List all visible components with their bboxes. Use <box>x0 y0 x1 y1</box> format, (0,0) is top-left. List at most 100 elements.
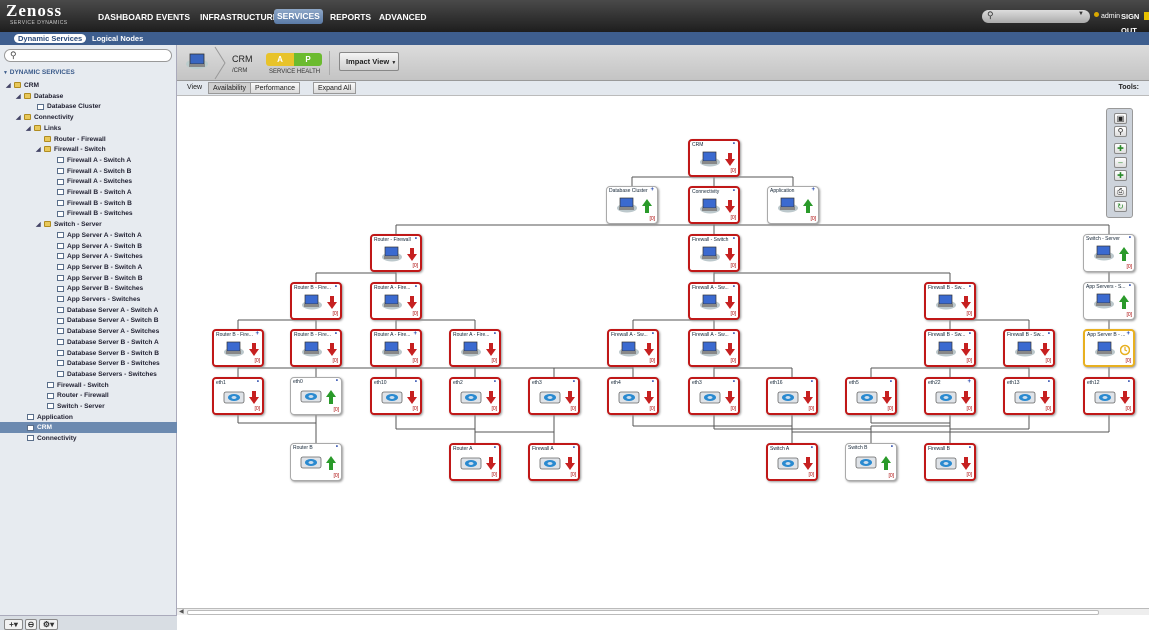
impact-graph-canvas[interactable]: CRM • [0] Database Cluster + [0] Connectivity •… <box>177 96 1149 608</box>
graph-node-aps[interactable]: App Servers - S... • [0] <box>1083 282 1135 320</box>
node-menu-icon[interactable]: • <box>415 284 417 290</box>
node-menu-icon[interactable]: • <box>969 331 971 337</box>
tree-item[interactable]: Firewall B - Switch B <box>0 198 177 209</box>
graph-node-fbs1[interactable]: Firewall B - Sw... • [0] <box>924 282 976 320</box>
expand-node-icon[interactable]: + <box>811 187 815 193</box>
tree-item[interactable]: Firewall A - Switch A <box>0 155 177 166</box>
graph-node-fas3[interactable]: Firewall A - Sw... • [0] <box>688 329 740 367</box>
graph-node-eth0[interactable]: eth0 • [0] <box>290 377 342 415</box>
impact-view-dropdown[interactable]: Impact View ▼ <box>339 52 399 71</box>
pan-icon[interactable]: ✚ <box>1114 143 1127 154</box>
refresh-icon[interactable]: ↻ <box>1114 201 1127 212</box>
nav-dashboard[interactable]: DASHBOARD <box>95 10 156 24</box>
expand-all-button[interactable]: Expand All <box>313 82 357 94</box>
tree-item[interactable]: Firewall - Switch <box>0 380 177 391</box>
graph-node-fs[interactable]: Firewall - Switch • [0] <box>688 234 740 272</box>
node-menu-icon[interactable]: • <box>733 188 735 194</box>
graph-node-eth12[interactable]: eth12 • [0] <box>1083 377 1135 415</box>
node-menu-icon[interactable]: • <box>1129 235 1131 241</box>
graph-node-raf1[interactable]: Router A - Fire... • [0] <box>370 282 422 320</box>
node-menu-icon[interactable]: • <box>573 445 575 451</box>
scrollbar-thumb[interactable] <box>187 610 1099 615</box>
node-menu-icon[interactable]: • <box>1048 331 1050 337</box>
graph-node-fbs2[interactable]: Firewall B - Sw... • [0] <box>924 329 976 367</box>
graph-node-rbf3[interactable]: Router B - Fire... • [0] <box>290 329 342 367</box>
graph-node-switcha[interactable]: Switch A • [0] <box>766 443 818 481</box>
tab-dynamic-services[interactable]: Dynamic Services <box>14 34 87 43</box>
graph-node-routerb[interactable]: Router B • [0] <box>290 443 342 481</box>
node-menu-icon[interactable]: • <box>733 379 735 385</box>
gear-icon[interactable]: ⚙▾ <box>39 619 58 630</box>
graph-node-raf3[interactable]: Router A - Fire... • [0] <box>449 329 501 367</box>
expand-node-icon[interactable]: + <box>650 187 654 193</box>
graph-node-routera[interactable]: Router A • [0] <box>449 443 501 481</box>
node-menu-icon[interactable]: • <box>652 379 654 385</box>
node-menu-icon[interactable]: • <box>335 331 337 337</box>
node-menu-icon[interactable]: • <box>415 236 417 242</box>
graph-node-ss[interactable]: Switch - Server • [0] <box>1083 234 1135 272</box>
tree-item[interactable]: Firewall A - Switch B <box>0 166 177 177</box>
availability-toggle[interactable]: Availability <box>208 82 251 94</box>
username[interactable]: admin <box>1101 10 1120 24</box>
node-menu-icon[interactable]: • <box>573 379 575 385</box>
expand-node-icon[interactable]: + <box>967 379 971 385</box>
graph-node-rbf2[interactable]: Router B - Fire... + [0] <box>212 329 264 367</box>
nav-infrastructure[interactable]: INFRASTRUCTURE <box>197 10 281 24</box>
node-menu-icon[interactable]: • <box>1048 379 1050 385</box>
node-menu-icon[interactable]: • <box>415 379 417 385</box>
node-menu-icon[interactable]: • <box>652 331 654 337</box>
tree-item[interactable]: App Server B - Switch A <box>0 262 177 273</box>
tree-item[interactable]: Database Server B - Switch B <box>0 348 177 359</box>
graph-node-eth5[interactable]: eth5 • [0] <box>845 377 897 415</box>
graph-node-firewallb[interactable]: Firewall B • [0] <box>924 443 976 481</box>
performance-toggle[interactable]: Performance <box>250 82 301 94</box>
node-menu-icon[interactable]: • <box>890 379 892 385</box>
zoom-in-icon[interactable]: ✚ <box>1114 170 1127 181</box>
node-menu-icon[interactable]: • <box>733 284 735 290</box>
node-menu-icon[interactable]: • <box>494 379 496 385</box>
node-menu-icon[interactable]: • <box>335 284 337 290</box>
graph-node-fas2[interactable]: Firewall A - Sw... • [0] <box>607 329 659 367</box>
tree-item[interactable]: ◢ Database <box>0 91 177 102</box>
graph-node-firewalla[interactable]: Firewall A • [0] <box>528 443 580 481</box>
graph-node-eth3b[interactable]: eth3 • [0] <box>688 377 740 415</box>
add-button[interactable]: +▾ <box>4 619 23 630</box>
expand-node-icon[interactable]: + <box>413 331 417 337</box>
node-menu-icon[interactable]: • <box>891 444 893 450</box>
tree-item[interactable]: App Server A - Switch A <box>0 230 177 241</box>
graph-node-eth13[interactable]: eth13 • [0] <box>1003 377 1055 415</box>
graph-node-eth22[interactable]: eth22 + [0] <box>924 377 976 415</box>
node-menu-icon[interactable]: • <box>969 445 971 451</box>
node-menu-icon[interactable]: • <box>336 378 338 384</box>
tab-logical-nodes[interactable]: Logical Nodes <box>88 34 147 43</box>
node-menu-icon[interactable]: • <box>969 284 971 290</box>
tree-item[interactable]: App Server B - Switch B <box>0 273 177 284</box>
tree-item[interactable]: Database Server A - Switches <box>0 326 177 337</box>
graph-node-eth3a[interactable]: eth3 • [0] <box>528 377 580 415</box>
scroll-left-icon[interactable]: ◀ <box>179 608 184 615</box>
graph-node-switchb[interactable]: Switch B • [0] <box>845 443 897 481</box>
node-menu-icon[interactable]: • <box>257 379 259 385</box>
node-menu-icon[interactable]: • <box>733 236 735 242</box>
tree-item[interactable]: ◢ CRM <box>0 80 177 91</box>
tree-item[interactable]: Database Server A - Switch A <box>0 305 177 316</box>
expand-node-icon[interactable]: + <box>255 331 259 337</box>
zoom-icon[interactable]: ⚲ <box>1114 126 1127 137</box>
node-menu-icon[interactable]: • <box>336 444 338 450</box>
tree-item[interactable]: Database Server A - Switch B <box>0 315 177 326</box>
tree-item[interactable]: Firewall A - Switches <box>0 176 177 187</box>
tree-item[interactable]: CRM <box>0 422 177 434</box>
graph-node-dbc[interactable]: Database Cluster + [0] <box>606 186 658 224</box>
tree-item[interactable]: Database Server B - Switches <box>0 358 177 369</box>
graph-node-conn[interactable]: Connectivity • [0] <box>688 186 740 224</box>
graph-node-eth4[interactable]: eth4 • [0] <box>607 377 659 415</box>
tree-item[interactable]: App Servers - Switches <box>0 294 177 305</box>
graph-node-rf[interactable]: Router - Firewall • [0] <box>370 234 422 272</box>
graph-node-fbs3[interactable]: Firewall B - Sw... • [0] <box>1003 329 1055 367</box>
node-menu-icon[interactable]: • <box>1128 379 1130 385</box>
delete-button[interactable]: ⊖ <box>25 619 37 630</box>
horizontal-scrollbar[interactable]: ◀ <box>177 608 1149 615</box>
graph-node-fas1[interactable]: Firewall A - Sw... • [0] <box>688 282 740 320</box>
tree-item[interactable]: App Server A - Switches <box>0 251 177 262</box>
graph-node-raf2[interactable]: Router A - Fire... + [0] <box>370 329 422 367</box>
